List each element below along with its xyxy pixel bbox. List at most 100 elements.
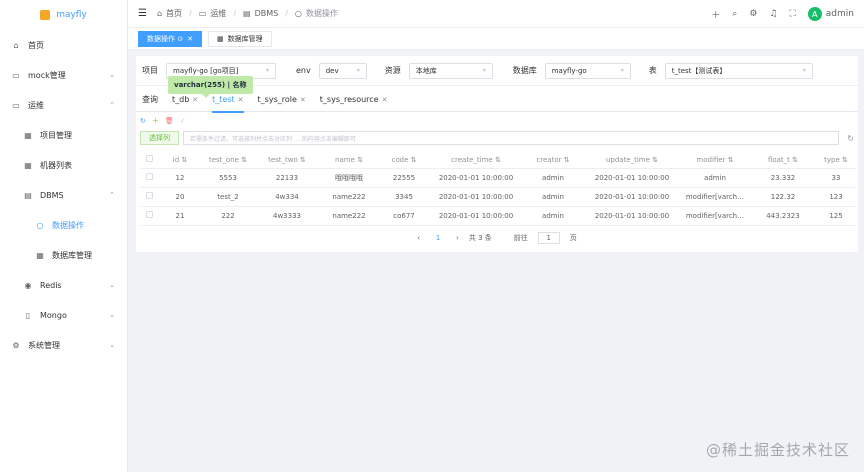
table-cell[interactable]: 21 [158, 206, 202, 226]
logo[interactable]: mayfly [0, 0, 127, 30]
sidebar-item-db-manage[interactable]: ▦ 数据库管理 [0, 240, 127, 270]
table-row[interactable]: 20 test_2 4w334 name222 3345 2020-01-01 … [140, 187, 856, 207]
row-checkbox[interactable] [140, 187, 158, 207]
table-cell[interactable]: 123 [816, 187, 856, 207]
table-cell[interactable]: name222 [320, 206, 378, 226]
sidebar-item-home[interactable]: ⌂ 首页 [0, 30, 127, 60]
column-header[interactable]: creator ⇅ [522, 152, 584, 169]
tab-t-sys-resource[interactable]: t_sys_resource ✕ [320, 88, 388, 112]
table-cell[interactable]: admin [680, 168, 750, 188]
table-cell[interactable]: 22133 [254, 168, 320, 188]
checkbox[interactable] [145, 173, 153, 180]
table-cell[interactable]: 3345 [378, 187, 430, 207]
column-header[interactable]: id ⇅ [158, 152, 202, 169]
close-icon[interactable]: ✕ [300, 96, 306, 104]
checkbox[interactable] [145, 192, 153, 199]
user-menu[interactable]: A admin [807, 7, 854, 21]
column-header[interactable]: modifier ⇅ [680, 152, 750, 169]
table-cell[interactable]: 2020-01-01 10:00:00 [584, 168, 680, 188]
breadcrumb-item[interactable]: DBMS [255, 9, 279, 18]
column-header[interactable]: test_two ⇅ [254, 152, 320, 169]
breadcrumb-item[interactable]: 运维 [210, 8, 226, 19]
tag-data-ops[interactable]: 数据操作 ⊙ ✕ [138, 30, 202, 47]
table-row[interactable]: 12 5553 22133 哦哦哦哦 22555 2020-01-01 10:0… [140, 168, 856, 188]
sidebar-item-mongo[interactable]: ▯ Mongo ⌄ [0, 300, 127, 330]
table-cell[interactable]: 22555 [378, 168, 430, 188]
tag-db-manage[interactable]: ▦ 数据库管理 [207, 30, 272, 47]
sidebar-item-system[interactable]: ⚙ 系统管理 ⌄ [0, 330, 127, 360]
refresh-icon[interactable]: ↻ [847, 134, 854, 143]
search-icon[interactable]: ⌕ [732, 9, 737, 19]
gear-icon[interactable]: ⚙ [749, 9, 757, 19]
table-cell[interactable]: admin [522, 168, 584, 188]
condition-input[interactable]: 若需条件过滤，可选择列并点击对应列 … 的内容点击编辑即可 [183, 131, 840, 145]
table-row[interactable]: 21 222 4w3333 name222 co677 2020-01-01 1… [140, 206, 856, 226]
plus-icon[interactable]: ＋ [152, 116, 159, 126]
tab-t-sys-role[interactable]: t_sys_role ✕ [258, 88, 306, 112]
table-cell[interactable]: admin [522, 206, 584, 226]
table-cell[interactable]: 23.332 [750, 168, 816, 188]
prev-page-icon[interactable]: ‹ [417, 234, 420, 242]
table-cell[interactable]: admin [522, 187, 584, 207]
table-cell[interactable]: 2020-01-01 10:00:00 [430, 168, 522, 188]
goto-input[interactable]: 1 [537, 231, 560, 244]
table-cell[interactable]: modifier[varch… [680, 187, 750, 207]
close-icon[interactable]: ✕ [187, 35, 193, 43]
table-cell[interactable]: 222 [202, 206, 254, 226]
page-number[interactable]: 1 [430, 232, 446, 244]
fullscreen-icon[interactable]: ⛶ [789, 9, 795, 19]
close-icon[interactable]: ✕ [192, 96, 198, 104]
table-cell[interactable]: 125 [816, 206, 856, 226]
table-cell[interactable]: modifier[varch… [680, 206, 750, 226]
table-cell[interactable]: 20 [158, 187, 202, 207]
bell-icon[interactable]: ♫ [769, 9, 777, 19]
sidebar-item-ops[interactable]: ▭ 运维 ⌃ [0, 90, 127, 120]
tab-query[interactable]: 查询 [142, 88, 158, 112]
table-cell[interactable]: 2020-01-01 10:00:00 [430, 206, 522, 226]
column-header[interactable]: create_time ⇅ [430, 152, 522, 169]
checkbox[interactable] [145, 155, 153, 163]
menu-toggle-icon[interactable]: ☰ [138, 8, 147, 19]
refresh-icon[interactable]: ↻ [140, 117, 146, 125]
row-checkbox[interactable] [140, 206, 158, 226]
column-header[interactable]: code ⇅ [378, 152, 430, 169]
table-cell[interactable]: 122.32 [750, 187, 816, 207]
column-header[interactable]: float_t ⇅ [750, 152, 816, 169]
sidebar-item-redis[interactable]: ◉ Redis ⌄ [0, 270, 127, 300]
next-page-icon[interactable]: › [456, 234, 459, 242]
table-cell[interactable]: test_2 [202, 187, 254, 207]
close-icon[interactable]: ✕ [238, 96, 244, 104]
table-cell[interactable]: name222 [320, 187, 378, 207]
checkbox[interactable] [145, 211, 153, 218]
table-cell[interactable]: 4w334 [254, 187, 320, 207]
table-cell[interactable]: 2020-01-01 10:00:00 [584, 187, 680, 207]
table-cell[interactable]: 5553 [202, 168, 254, 188]
plus-icon[interactable]: ＋ [711, 8, 720, 21]
breadcrumb-item[interactable]: 首页 [166, 8, 182, 19]
header-checkbox[interactable] [140, 152, 158, 169]
table-cell[interactable]: 33 [816, 168, 856, 188]
table-select[interactable]: t_test【测试表】 ▾ [664, 62, 813, 79]
column-header[interactable]: update_time ⇅ [584, 152, 680, 169]
delete-icon[interactable]: 🗑 [165, 117, 174, 125]
sidebar-item-mock[interactable]: ▭ mock管理 ⌄ [0, 60, 127, 90]
sidebar-item-machines[interactable]: ▦ 机器列表 [0, 150, 127, 180]
table-cell[interactable]: 2020-01-01 10:00:00 [584, 206, 680, 226]
sidebar-item-projects[interactable]: ▦ 项目管理 [0, 120, 127, 150]
column-header[interactable]: name ⇅ [320, 152, 378, 169]
row-checkbox[interactable] [140, 168, 158, 188]
column-header[interactable]: type ⇅ [816, 152, 856, 169]
select-column-button[interactable]: 选择列 [140, 131, 179, 145]
database-select[interactable]: mayfly-go ▾ [544, 62, 631, 79]
resource-select[interactable]: 本地库 ▾ [408, 62, 493, 79]
table-cell[interactable]: 2020-01-01 10:00:00 [430, 187, 522, 207]
table-cell[interactable]: 哦哦哦哦 [320, 168, 378, 188]
table-cell[interactable]: co677 [378, 206, 430, 226]
column-header[interactable]: test_one ⇅ [202, 152, 254, 169]
table-cell[interactable]: 12 [158, 168, 202, 188]
table-cell[interactable]: 4w3333 [254, 206, 320, 226]
table-cell[interactable]: 443.2323 [750, 206, 816, 226]
env-select[interactable]: dev ▾ [318, 62, 367, 79]
check-icon[interactable]: ✓ [180, 117, 186, 125]
close-icon[interactable]: ✕ [382, 96, 388, 104]
